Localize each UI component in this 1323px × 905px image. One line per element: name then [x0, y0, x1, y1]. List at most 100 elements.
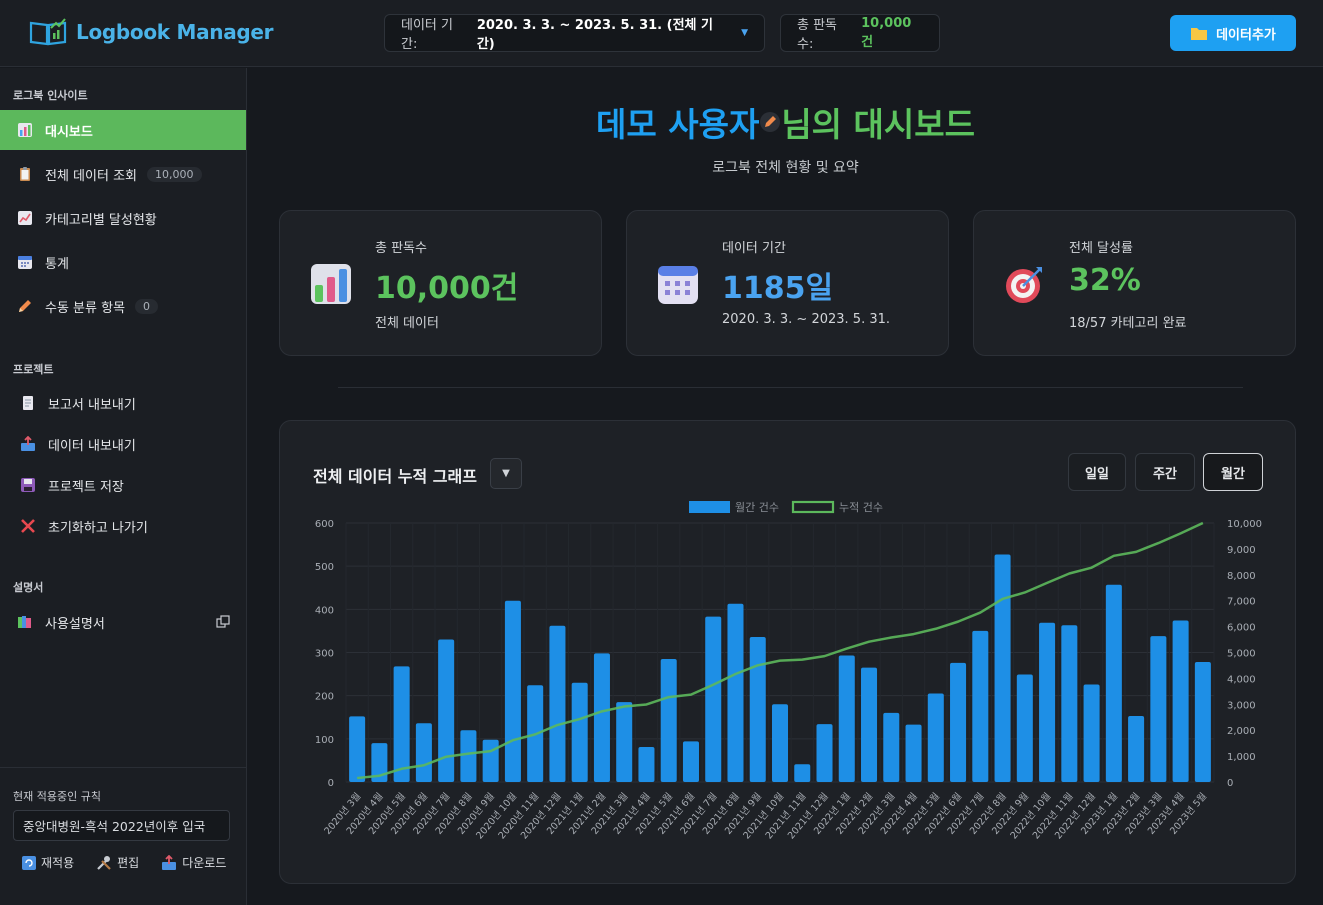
y-right-tick-label: 7,000	[1227, 597, 1256, 608]
sidebar-item-reset-exit[interactable]: 초기화하고 나가기	[0, 506, 246, 546]
bar	[616, 702, 633, 782]
bar	[972, 630, 989, 782]
card-label: 총 판독수	[375, 241, 427, 256]
y-right-tick-label: 4,000	[1227, 674, 1256, 685]
bar	[727, 603, 744, 782]
sidebar-item-label: 수동 분류 항목	[45, 300, 126, 316]
y-left-tick-label: 100	[315, 735, 334, 746]
sidebar-item-export-data[interactable]: 데이터 내보내기	[0, 424, 246, 464]
bar	[861, 667, 878, 782]
card-label: 데이터 기간	[722, 241, 786, 256]
bar	[1172, 620, 1189, 782]
sidebar-item-stats[interactable]: 통계	[0, 242, 246, 282]
sidebar-item-save-project[interactable]: 프로젝트 저장	[0, 465, 246, 505]
bar	[950, 662, 967, 782]
user-name: 데모 사용자	[596, 105, 760, 144]
download-label: 다운로드	[182, 856, 227, 870]
folder-icon	[1191, 27, 1208, 40]
bar	[838, 655, 855, 782]
bar	[638, 747, 655, 782]
pencil-icon	[17, 298, 33, 314]
page-subtitle: 로그북 전체 현황 및 요약	[712, 160, 859, 176]
legend-swatch-bars	[689, 501, 730, 513]
bar-chart-icon	[17, 122, 33, 138]
sidebar-divider	[0, 767, 246, 768]
bar	[1128, 715, 1145, 782]
y-right-tick-label: 3,000	[1227, 700, 1256, 711]
sidebar-item-label: 보고서 내보내기	[48, 397, 136, 413]
edit-name-icon[interactable]	[759, 102, 781, 141]
bar	[549, 625, 566, 782]
bar	[1150, 636, 1167, 782]
section-title-project: 프로젝트	[13, 363, 54, 376]
sidebar-item-manual-class[interactable]: 수동 분류 항목 0	[0, 286, 246, 326]
refresh-icon	[22, 855, 36, 870]
bar	[1083, 684, 1100, 782]
bar	[415, 723, 432, 782]
bar	[393, 666, 410, 782]
bar	[705, 616, 722, 782]
tools-icon	[97, 855, 111, 870]
y-right-tick-label: 10,000	[1227, 519, 1262, 530]
bar	[1039, 622, 1056, 782]
bar	[593, 653, 610, 782]
sidebar-item-dashboard[interactable]: 대시보드	[0, 110, 246, 150]
bar	[883, 712, 900, 782]
card-value: 32%	[1069, 263, 1141, 298]
add-data-button[interactable]: 데이터추가	[1170, 15, 1296, 51]
sidebar-item-label: 프로젝트 저장	[48, 479, 124, 495]
logbook-icon	[29, 18, 67, 46]
count-badge: 10,000	[147, 166, 202, 182]
section-title-manual: 설명서	[13, 581, 44, 594]
bar	[749, 636, 766, 782]
card-value: 1185일	[722, 271, 834, 306]
edit-label: 편집	[117, 856, 140, 870]
y-right-tick-label: 2,000	[1227, 726, 1256, 737]
bar	[794, 764, 811, 782]
bar	[1016, 674, 1033, 782]
edit-button[interactable]: 편집	[96, 854, 139, 871]
chart-card: 전체 데이터 누적 그래프 ▼ 일일 주간 월간 0 100 200 300 400 50…	[279, 420, 1296, 884]
stat-card-period: 데이터 기간 1185일 2020. 3. 3. ~ 2023. 5. 31.	[626, 210, 949, 356]
y-left-tick-label: 300	[315, 649, 334, 660]
total-count-pill: 총 판독수: 10,000건	[780, 14, 940, 52]
period-value: 2020. 3. 3. ~ 2023. 5. 31. (전체 기간)	[476, 18, 713, 52]
reapply-button[interactable]: 재적용	[22, 854, 74, 871]
y-left-tick-label: 400	[315, 605, 334, 616]
calendar-icon	[658, 266, 698, 304]
sidebar-item-category[interactable]: 카테고리별 달성현황	[0, 198, 246, 238]
download-button[interactable]: 다운로드	[161, 854, 226, 871]
sidebar-item-label: 통계	[45, 256, 69, 272]
save-disk-icon	[20, 477, 36, 493]
trend-chart-icon	[17, 210, 33, 226]
card-sub: 전체 데이터	[375, 316, 439, 331]
y-left-tick-label: 500	[315, 562, 334, 573]
bar	[504, 600, 521, 782]
legend-swatch-line	[791, 500, 835, 514]
bar	[438, 639, 455, 782]
y-right-tick-label: 1,000	[1227, 752, 1256, 763]
calendar-icon	[17, 254, 33, 270]
card-value: 10,000건	[375, 271, 519, 306]
sidebar-item-user-manual[interactable]: 사용설명서	[0, 602, 246, 642]
bar	[1105, 584, 1122, 782]
sidebar-item-label: 데이터 내보내기	[48, 438, 136, 454]
sidebar-item-label: 초기화하고 나가기	[48, 520, 148, 536]
bar	[905, 724, 922, 782]
total-value: 10,000건	[861, 16, 912, 50]
total-label: 총 판독수:	[797, 18, 838, 52]
y-right-tick-label: 6,000	[1227, 623, 1256, 634]
period-selector[interactable]: 데이터 기간: 2020. 3. 3. ~ 2023. 5. 31. (전체 기…	[384, 14, 765, 52]
page-title: 데모 사용자 님의 대시보드	[248, 98, 1323, 146]
rule-label: 현재 적용중인 규칙	[13, 790, 101, 803]
count-badge: 0	[135, 298, 159, 314]
card-sub: 2020. 3. 3. ~ 2023. 5. 31.	[722, 312, 891, 327]
bar	[816, 724, 833, 782]
outbox-icon	[20, 436, 36, 452]
stat-card-achievement: 전체 달성률 32% 18/57 카테고리 완료	[973, 210, 1296, 356]
y-right-tick-label: 0	[1227, 778, 1233, 789]
sidebar-item-export-report[interactable]: 보고서 내보내기	[0, 383, 246, 423]
sidebar-item-all-data[interactable]: 전체 데이터 조회 10,000	[0, 154, 246, 194]
app-logo[interactable]: Logbook Manager	[28, 17, 274, 47]
bar-chart-icon	[311, 264, 351, 304]
